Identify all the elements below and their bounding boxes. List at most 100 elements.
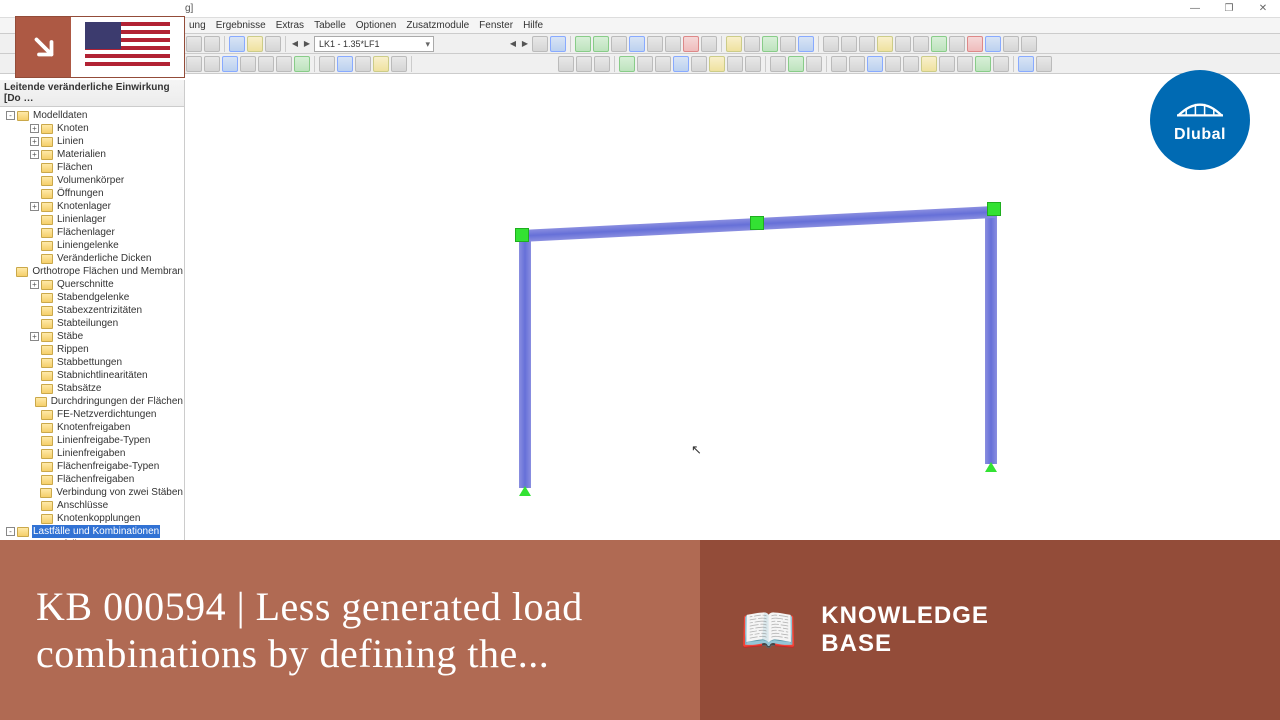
- tree-item[interactable]: Volumenkörper: [0, 174, 184, 187]
- expand-icon[interactable]: +: [30, 280, 39, 289]
- toolbar-icon[interactable]: [823, 36, 839, 52]
- toolbar-icon[interactable]: [319, 56, 335, 72]
- maximize-button[interactable]: ❐: [1212, 3, 1246, 14]
- tree-item[interactable]: Stabnichtlinearitäten: [0, 369, 184, 382]
- toolbar-icon[interactable]: [265, 36, 281, 52]
- toolbar-icon[interactable]: [619, 56, 635, 72]
- toolbar-icon[interactable]: [637, 56, 653, 72]
- toolbar-icon[interactable]: [939, 56, 955, 72]
- expand-icon[interactable]: +: [30, 137, 39, 146]
- tree-item[interactable]: +Querschnitte: [0, 278, 184, 291]
- toolbar-icon[interactable]: [806, 56, 822, 72]
- toolbar-icon[interactable]: [831, 56, 847, 72]
- toolbar-icon[interactable]: [709, 56, 725, 72]
- nav-icon[interactable]: ◀: [508, 39, 518, 48]
- expand-icon[interactable]: +: [30, 332, 39, 341]
- navigator-tree[interactable]: -Modelldaten+Knoten+Linien+MaterialienFl…: [0, 107, 184, 540]
- tree-item[interactable]: Orthotrope Flächen und Membran: [0, 265, 184, 278]
- tree-item[interactable]: Knotenkopplungen: [0, 512, 184, 525]
- column-right[interactable]: [985, 208, 997, 464]
- language-badge[interactable]: [15, 16, 185, 78]
- toolbar-icon[interactable]: [877, 36, 893, 52]
- toolbar-icon[interactable]: [629, 36, 645, 52]
- toolbar-icon[interactable]: [967, 36, 983, 52]
- column-left[interactable]: [519, 232, 531, 488]
- toolbar-icon[interactable]: [594, 56, 610, 72]
- tree-item[interactable]: Linienfreigabe-Typen: [0, 434, 184, 447]
- toolbar-icon[interactable]: [867, 56, 883, 72]
- tree-item[interactable]: +Materialien: [0, 148, 184, 161]
- toolbar-icon[interactable]: [1018, 56, 1034, 72]
- toolbar-icon[interactable]: [373, 56, 389, 72]
- loadcase-combo[interactable]: LK1 - 1.35*LF1: [314, 36, 434, 52]
- tree-item[interactable]: Stabbettungen: [0, 356, 184, 369]
- tree-item[interactable]: Stabsätze: [0, 382, 184, 395]
- toolbar-icon[interactable]: [885, 56, 901, 72]
- tree-item[interactable]: Verbindung von zwei Stäben: [0, 486, 184, 499]
- menu-item[interactable]: Fenster: [475, 20, 517, 31]
- expand-icon[interactable]: +: [30, 124, 39, 133]
- toolbar-icon[interactable]: [770, 56, 786, 72]
- toolbar-icon[interactable]: [611, 36, 627, 52]
- tree-item[interactable]: FE-Netzverdichtungen: [0, 408, 184, 421]
- nav-icon[interactable]: ▶: [520, 39, 530, 48]
- tree-item[interactable]: +Linien: [0, 135, 184, 148]
- toolbar-icon[interactable]: [691, 56, 707, 72]
- menu-item[interactable]: Zusatzmodule: [402, 20, 473, 31]
- toolbar-icon[interactable]: [204, 36, 220, 52]
- toolbar-icon[interactable]: [798, 36, 814, 52]
- prev-loadcase-icon[interactable]: ◀: [290, 39, 300, 48]
- toolbar-icon[interactable]: [550, 36, 566, 52]
- minimize-button[interactable]: —: [1178, 3, 1212, 14]
- toolbar-icon[interactable]: [276, 56, 292, 72]
- node[interactable]: [515, 228, 529, 242]
- menu-item[interactable]: Hilfe: [519, 20, 547, 31]
- toolbar-icon[interactable]: [859, 36, 875, 52]
- toolbar-icon[interactable]: [186, 56, 202, 72]
- tree-item[interactable]: +Knoten: [0, 122, 184, 135]
- tree-item[interactable]: Stabendgelenke: [0, 291, 184, 304]
- tree-item[interactable]: -Lastfälle und Kombinationen: [0, 525, 184, 538]
- tree-item[interactable]: Linienfreigaben: [0, 447, 184, 460]
- toolbar-icon[interactable]: [655, 56, 671, 72]
- tree-item[interactable]: Linienlager: [0, 213, 184, 226]
- toolbar-icon[interactable]: [204, 56, 220, 72]
- toolbar-icon[interactable]: [744, 36, 760, 52]
- menu-item[interactable]: Ergebnisse: [212, 20, 270, 31]
- tree-item[interactable]: Liniengelenke: [0, 239, 184, 252]
- toolbar-icon[interactable]: [575, 36, 591, 52]
- menu-item[interactable]: Tabelle: [310, 20, 350, 31]
- expand-icon[interactable]: +: [30, 150, 39, 159]
- toolbar-icon[interactable]: [975, 56, 991, 72]
- tree-item[interactable]: Stabexzentrizitäten: [0, 304, 184, 317]
- toolbar-icon[interactable]: [222, 56, 238, 72]
- tree-item[interactable]: Flächenlager: [0, 226, 184, 239]
- toolbar-icon[interactable]: [957, 56, 973, 72]
- toolbar-icon[interactable]: [780, 36, 796, 52]
- tree-item[interactable]: +Stäbe: [0, 330, 184, 343]
- toolbar-icon[interactable]: [745, 56, 761, 72]
- toolbar-icon[interactable]: [665, 36, 681, 52]
- toolbar-icon[interactable]: [949, 36, 965, 52]
- toolbar-icon[interactable]: [985, 36, 1001, 52]
- toolbar-icon[interactable]: [247, 36, 263, 52]
- toolbar-icon[interactable]: [558, 56, 574, 72]
- tree-item[interactable]: Stabteilungen: [0, 317, 184, 330]
- toolbar-icon[interactable]: [931, 36, 947, 52]
- expand-icon[interactable]: -: [6, 527, 15, 536]
- toolbar-icon[interactable]: [701, 36, 717, 52]
- toolbar-icon[interactable]: [841, 36, 857, 52]
- expand-icon[interactable]: -: [6, 111, 15, 120]
- tree-item[interactable]: Rippen: [0, 343, 184, 356]
- tree-item[interactable]: Öffnungen: [0, 187, 184, 200]
- toolbar-icon[interactable]: [727, 56, 743, 72]
- expand-icon[interactable]: +: [30, 202, 39, 211]
- tree-item[interactable]: Durchdringungen der Flächen: [0, 395, 184, 408]
- toolbar-icon[interactable]: [903, 56, 919, 72]
- toolbar-icon[interactable]: [913, 36, 929, 52]
- toolbar-icon[interactable]: [186, 36, 202, 52]
- toolbar-icon[interactable]: [294, 56, 310, 72]
- toolbar-icon[interactable]: [1036, 56, 1052, 72]
- next-loadcase-icon[interactable]: ▶: [302, 39, 312, 48]
- tree-item[interactable]: Knotenfreigaben: [0, 421, 184, 434]
